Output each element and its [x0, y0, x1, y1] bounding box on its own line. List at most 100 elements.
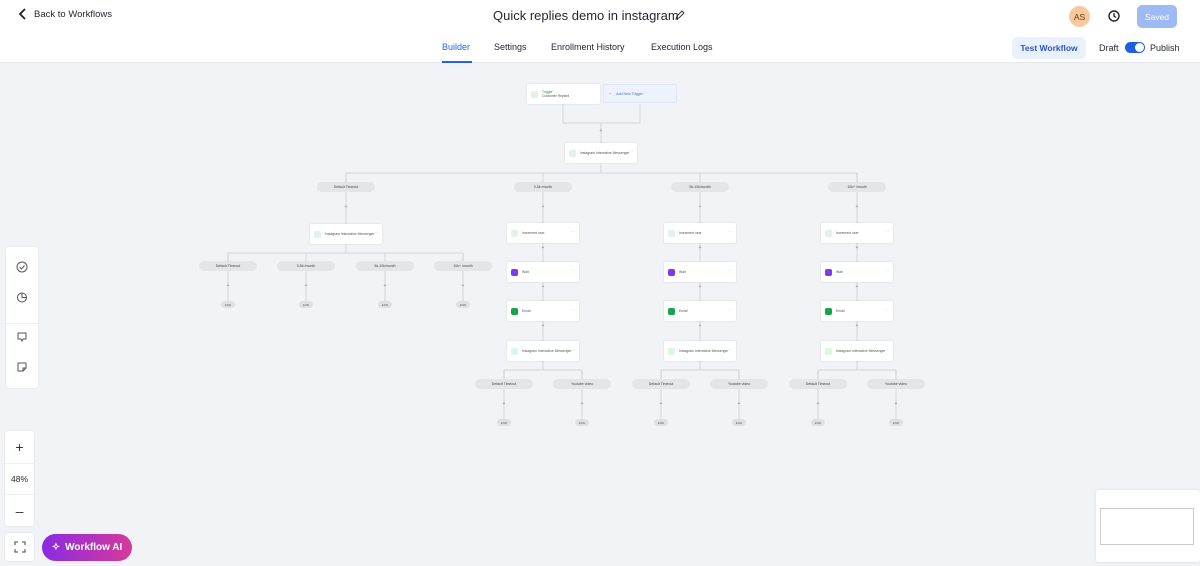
node-menu-icon[interactable]: ···: [885, 229, 889, 235]
fit-view-button[interactable]: [5, 533, 34, 561]
add-step-button[interactable]: +: [893, 401, 899, 407]
add-step-button[interactable]: +: [460, 283, 466, 289]
branch-label: Default Timeout: [491, 382, 517, 386]
end-label: END: [735, 420, 743, 425]
add-step-button[interactable]: +: [540, 245, 546, 251]
email-node[interactable]: Email ···: [821, 301, 893, 321]
add-step-button[interactable]: +: [501, 401, 507, 407]
branch-pill[interactable]: Default Timeout: [475, 379, 533, 389]
add-step-button[interactable]: +: [658, 401, 664, 407]
branch-pill[interactable]: 5k-10k/month: [356, 261, 414, 271]
branch-pill[interactable]: Default Timeout: [632, 379, 690, 389]
add-step-button[interactable]: +: [736, 401, 742, 407]
add-step-button[interactable]: +: [382, 283, 388, 289]
node-menu-icon[interactable]: ···: [885, 268, 889, 274]
branch-pill[interactable]: Youtube video: [867, 379, 925, 389]
end-marker: END: [221, 301, 235, 308]
email-node[interactable]: Email ···: [664, 301, 736, 321]
email-node[interactable]: Email ···: [507, 301, 579, 321]
node-menu-icon[interactable]: ···: [885, 307, 889, 313]
add-step-button[interactable]: +: [697, 323, 703, 329]
node-label: Instagram Interactive Messenger: [580, 150, 630, 155]
connector-lines: [227, 104, 897, 420]
node-menu-icon[interactable]: ···: [571, 229, 575, 235]
message-icon: [569, 149, 576, 157]
trigger-node[interactable]: Trigger Customer Replied: [527, 84, 600, 104]
zoom-out-button[interactable]: –: [5, 495, 34, 526]
add-step-button[interactable]: +: [540, 204, 546, 210]
zoom-in-button[interactable]: +: [5, 431, 34, 463]
end-marker: END: [575, 419, 589, 426]
instagram-node[interactable]: Instagram Interactive Messenger ···: [821, 341, 893, 361]
branch-pill[interactable]: Default Timeout: [789, 379, 847, 389]
minimap-viewport[interactable]: [1100, 508, 1194, 545]
node-label: Wait: [836, 269, 843, 274]
branch-pill[interactable]: Youtube video: [710, 379, 768, 389]
instagram-node[interactable]: Increment user ···: [507, 223, 579, 243]
add-step-button[interactable]: +: [697, 204, 703, 210]
add-step-button[interactable]: +: [697, 245, 703, 251]
branch-pill[interactable]: Default Timeout: [317, 182, 375, 192]
node-menu-icon[interactable]: ···: [728, 229, 732, 235]
branch-pill[interactable]: Default Timeout: [199, 261, 257, 271]
end-marker: END: [732, 419, 746, 426]
minimap[interactable]: [1096, 490, 1200, 562]
instagram-node[interactable]: Increment user ···: [664, 223, 736, 243]
add-step-button[interactable]: +: [540, 284, 546, 290]
node-menu-icon[interactable]: ···: [728, 268, 732, 274]
plus-icon: +: [609, 91, 612, 96]
branch-label: Default Timeout: [215, 264, 241, 268]
stats-button[interactable]: [15, 290, 29, 304]
add-step-button[interactable]: +: [598, 128, 604, 134]
branch-label: 5k-10k/month: [689, 185, 711, 189]
branch-pill[interactable]: 5k-10k/month: [671, 182, 729, 192]
end-label: END: [657, 420, 665, 425]
node-menu-icon[interactable]: ···: [885, 347, 889, 353]
node-menu-icon[interactable]: ···: [571, 268, 575, 274]
add-step-button[interactable]: +: [815, 401, 821, 407]
add-step-button[interactable]: +: [854, 323, 860, 329]
add-step-button[interactable]: +: [540, 323, 546, 329]
instagram-node[interactable]: Instagram Interactive Messenger ···: [664, 341, 736, 361]
instagram-node[interactable]: Instagram Interactive Messenger ···: [310, 224, 382, 244]
comment-button[interactable]: [15, 330, 29, 344]
end-marker: END: [811, 419, 825, 426]
node-menu-icon[interactable]: ···: [374, 230, 378, 236]
branch-pill[interactable]: 10k+ /month: [434, 261, 492, 271]
add-step-button[interactable]: +: [303, 283, 309, 289]
validate-button[interactable]: [15, 260, 29, 274]
instagram-node[interactable]: Increment user ···: [821, 223, 893, 243]
sticky-note-button[interactable]: [15, 360, 29, 374]
message-icon: [511, 347, 518, 355]
instagram-node[interactable]: Instagram Interactive Messenger ···: [565, 143, 637, 163]
workflow-ai-button[interactable]: ✧ Workflow AI: [42, 534, 132, 561]
message-icon: [825, 229, 832, 237]
instagram-node[interactable]: Instagram Interactive Messenger ···: [507, 341, 579, 361]
wait-node[interactable]: Wait ···: [507, 262, 579, 282]
add-step-button[interactable]: +: [225, 283, 231, 289]
node-menu-icon[interactable]: ···: [629, 149, 633, 155]
node-menu-icon[interactable]: ···: [571, 347, 575, 353]
wait-node[interactable]: Wait ···: [821, 262, 893, 282]
branch-pill[interactable]: 0-5k /month: [514, 182, 572, 192]
add-step-button[interactable]: +: [343, 204, 349, 210]
end-label: END: [892, 420, 900, 425]
node-menu-icon[interactable]: ···: [728, 347, 732, 353]
add-step-button[interactable]: +: [854, 284, 860, 290]
add-new-trigger-button[interactable]: + Add New Trigger: [603, 84, 677, 103]
branch-pill[interactable]: Youtube video: [553, 379, 611, 389]
message-icon: [668, 347, 675, 355]
add-step-button[interactable]: +: [579, 401, 585, 407]
node-label: Email: [836, 308, 845, 313]
connector: [345, 172, 858, 186]
node-menu-icon[interactable]: ···: [571, 307, 575, 313]
connector: [227, 252, 464, 262]
add-step-button[interactable]: +: [854, 245, 860, 251]
wait-node[interactable]: Wait ···: [664, 262, 736, 282]
branch-pill[interactable]: 0-5k /month: [277, 261, 335, 271]
add-step-button[interactable]: +: [697, 284, 703, 290]
branch-pill[interactable]: 10k+ /month: [828, 182, 886, 192]
add-step-button[interactable]: +: [854, 204, 860, 210]
mail-icon: [668, 307, 675, 315]
node-menu-icon[interactable]: ···: [728, 307, 732, 313]
